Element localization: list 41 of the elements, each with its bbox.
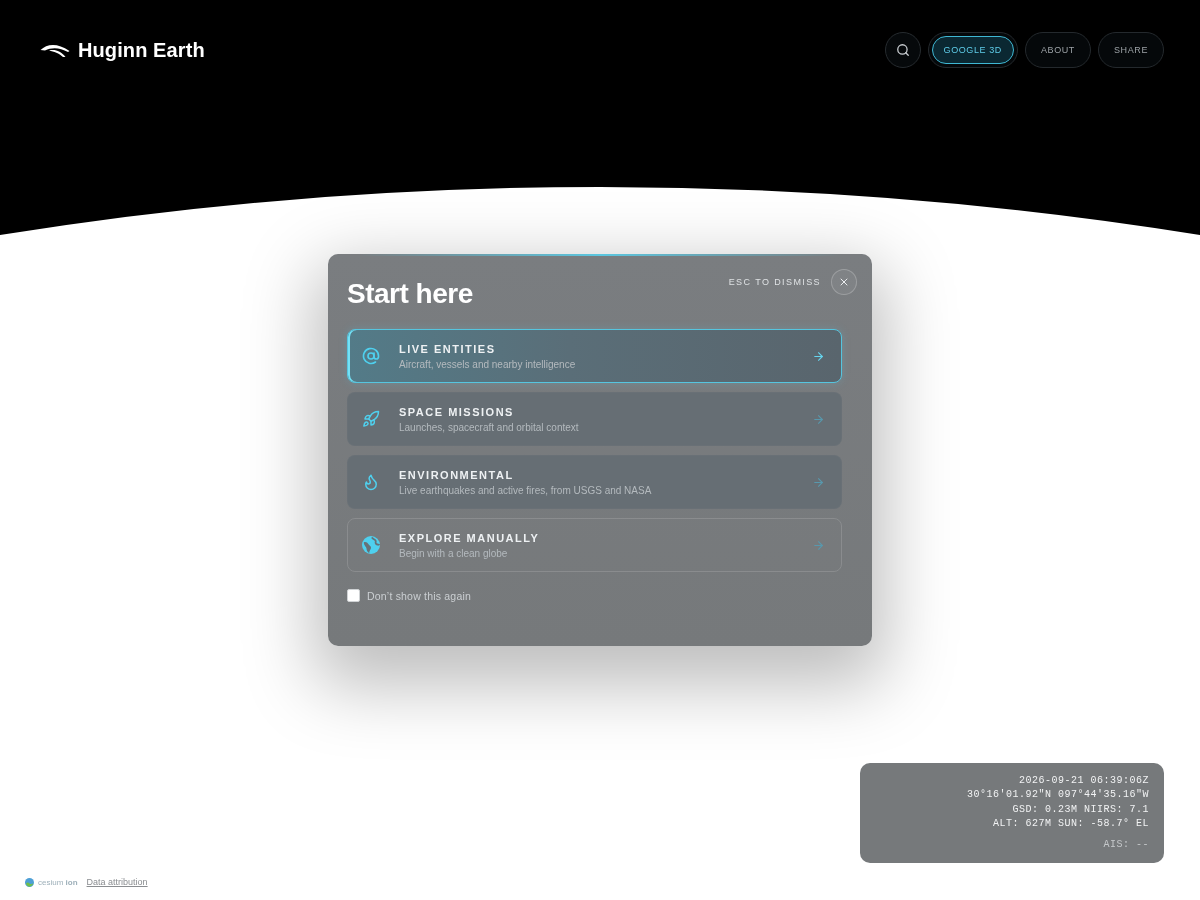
- bird-logo-icon: [40, 42, 70, 58]
- rocket-icon: [362, 410, 380, 428]
- search-icon: [895, 43, 910, 57]
- option-card[interactable]: LIVE ENTITIES Aircraft, vessels and nearby intelligence: [347, 329, 842, 383]
- nav-button[interactable]: GOOGLE 3D: [927, 32, 1018, 68]
- ais-status: AIS: --: [1103, 837, 1149, 852]
- globe-logo-icon: [25, 877, 34, 887]
- globe-icon: [362, 536, 380, 554]
- option-title: ENVIRONMENTAL: [399, 467, 515, 482]
- arrow-right-icon: [812, 475, 825, 489]
- option-card[interactable]: SPACE MISSIONS Launches, spacecraft and orbital context: [347, 392, 842, 446]
- checkbox[interactable]: [347, 589, 360, 602]
- readout-line: 2026-09-21 06:39:06Z: [1018, 774, 1149, 788]
- option-title: EXPLORE MANUALLY: [399, 530, 541, 545]
- dialog-title: Start here: [347, 278, 473, 309]
- readout-line: GSD: 0.23M NIIRS: 7.1: [1012, 802, 1149, 817]
- option-card[interactable]: ENVIRONMENTAL Live earthquakes and active fires, from USGS and NASA: [347, 455, 842, 509]
- option-title: LIVE ENTITIES: [399, 341, 497, 356]
- data-attribution-link[interactable]: Data attribution: [86, 877, 148, 887]
- option-description: Live earthquakes and active fires, from USGS and NASA: [399, 483, 653, 497]
- arrow-right-icon: [812, 349, 825, 363]
- close-icon: [838, 276, 850, 288]
- checkbox-label[interactable]: Don’t show this again: [367, 589, 471, 602]
- close-button[interactable]: [831, 269, 857, 295]
- option-description: Aircraft, vessels and nearby intelligence: [399, 357, 577, 371]
- brand-name: Huginn Earth: [78, 38, 205, 62]
- dismiss-hint: ESC TO DISMISS: [728, 277, 821, 287]
- nav-button[interactable]: ABOUT: [1024, 32, 1091, 68]
- option-description: Begin with a clean globe: [399, 546, 509, 560]
- option-card[interactable]: EXPLORE MANUALLY Begin with a clean globe: [347, 518, 842, 572]
- logo-text: cesium ion: [38, 877, 78, 887]
- at-sign-icon: [362, 347, 380, 365]
- option-description: Launches, spacecraft and orbital context: [399, 420, 580, 434]
- arrow-right-icon: [812, 538, 825, 552]
- nav-button[interactable]: SHARE: [1098, 32, 1164, 68]
- flame-icon: [362, 473, 380, 491]
- readout-line: 30°16'01.92"N 097°44'35.16"W: [966, 788, 1149, 803]
- option-title: SPACE MISSIONS: [399, 404, 515, 419]
- readout-line: ALT: 627M SUN: -58.7° EL: [992, 817, 1149, 832]
- search-button[interactable]: [884, 32, 921, 68]
- arrow-right-icon: [812, 412, 825, 426]
